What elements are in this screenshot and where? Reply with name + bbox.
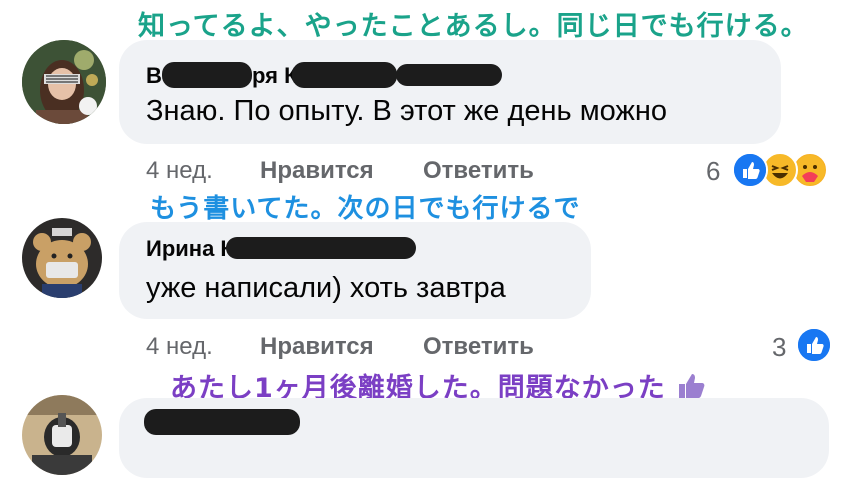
like-icon bbox=[732, 152, 768, 188]
comment-text: уже написали) хоть завтра bbox=[146, 272, 506, 304]
annotation-middle: もう書いてた。次の日でも行けるで bbox=[150, 194, 581, 224]
reaction-count[interactable]: 3 bbox=[772, 332, 786, 363]
reply-button[interactable]: Ответить bbox=[423, 157, 534, 185]
avatar[interactable] bbox=[22, 218, 102, 298]
redaction-bar bbox=[144, 409, 300, 435]
avatar[interactable] bbox=[22, 40, 106, 124]
redaction-bar bbox=[396, 64, 502, 86]
avatar[interactable] bbox=[22, 395, 102, 475]
comment-author-fragment: ря К bbox=[252, 63, 298, 88]
reaction-count[interactable]: 6 bbox=[706, 156, 720, 187]
annotation-top: 知ってるよ、やったことあるし。同じ日でも行ける。 bbox=[138, 11, 809, 42]
comment-time[interactable]: 4 нед. bbox=[146, 157, 213, 185]
redaction-bar bbox=[292, 62, 397, 88]
reactions[interactable] bbox=[732, 152, 832, 190]
comment-author[interactable]: В bbox=[146, 63, 162, 89]
like-button[interactable]: Нравится bbox=[260, 157, 374, 185]
reply-button[interactable]: Ответить bbox=[423, 333, 534, 361]
comment-bubble bbox=[119, 40, 781, 144]
like-button[interactable]: Нравится bbox=[260, 333, 374, 361]
comment-text: Знаю. По опыту. В этот же день можно bbox=[146, 95, 667, 127]
redaction-bar bbox=[226, 237, 416, 259]
comment-author[interactable]: Ирина К bbox=[146, 236, 234, 262]
like-icon[interactable] bbox=[796, 327, 832, 363]
redaction-bar bbox=[162, 62, 252, 88]
comment-time[interactable]: 4 нед. bbox=[146, 333, 213, 361]
